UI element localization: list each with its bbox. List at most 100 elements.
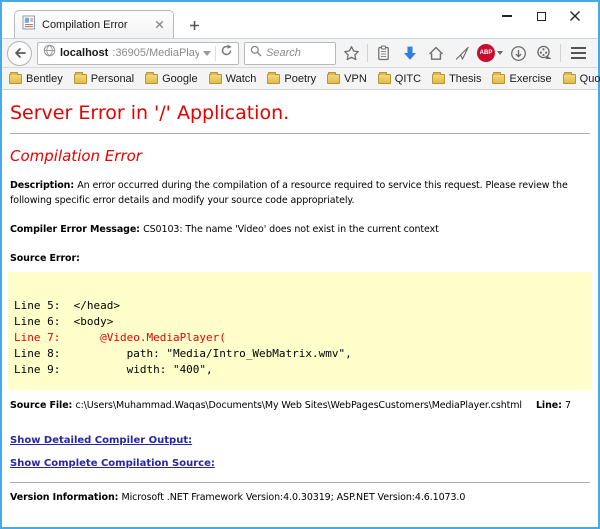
- home-icon: [428, 46, 443, 60]
- downloads-button[interactable]: [399, 41, 420, 65]
- maximize-icon: [536, 11, 546, 21]
- compiler-error-paragraph: Compiler Error Message: CS0103: The name…: [10, 222, 590, 237]
- url-bar[interactable]: localhost :36905/MediaPlayer: [37, 41, 239, 65]
- close-button[interactable]: [558, 4, 592, 28]
- menu-button[interactable]: [566, 41, 590, 65]
- version-label: Version Information:: [10, 492, 122, 503]
- bookmarks-bar: Bentley Personal Google Watch Poetry VPN…: [2, 68, 600, 90]
- folder-icon: [432, 71, 446, 84]
- source-file-paragraph: Source File: c:\Users\Muhammad.Waqas\Doc…: [10, 400, 590, 411]
- source-error-code-block: Line 5: </head> Line 6: <body> Line 7: @Vi…: [8, 272, 592, 390]
- close-icon: [570, 11, 580, 21]
- search-input[interactable]: [266, 47, 324, 59]
- tab-compilation-error[interactable]: Compilation Error: [14, 10, 174, 38]
- video-downloadhelper-button[interactable]: [534, 41, 555, 65]
- description-paragraph: Description: An error occurred during th…: [10, 178, 590, 208]
- back-arrow-icon: [14, 48, 26, 58]
- divider: [10, 482, 590, 483]
- home-button[interactable]: [425, 41, 446, 65]
- bookmark-item[interactable]: Bentley: [9, 71, 63, 85]
- folder-icon: [377, 71, 391, 84]
- error-page-subtitle: Compilation Error: [10, 147, 142, 165]
- bookmark-label: Bentley: [26, 72, 63, 85]
- bookmark-label: Quotes: [579, 72, 600, 85]
- bookmark-item[interactable]: Personal: [73, 71, 135, 85]
- bookmark-label: Watch: [225, 72, 257, 85]
- code-line: Line 9: width: "400",: [14, 363, 213, 376]
- star-icon: [344, 45, 359, 60]
- compiler-output-link[interactable]: Show Detailed Compiler Output:: [10, 435, 590, 446]
- bookmark-item[interactable]: VPN: [327, 71, 367, 85]
- bookmark-label: Thesis: [449, 72, 482, 85]
- compiler-error-label: Compiler Error Message:: [10, 224, 144, 235]
- source-error-label: Source Error:: [10, 253, 80, 264]
- globe-icon: [43, 44, 56, 62]
- code-line: Line 8: path: "Media/Intro_WebMatrix.wmv…: [14, 347, 352, 360]
- compiler-links: Show Detailed Compiler Output: Show Compl…: [10, 435, 590, 469]
- line-number-label: Line:: [535, 400, 565, 411]
- bookmark-label: Poetry: [284, 72, 317, 85]
- folder-icon: [267, 71, 281, 84]
- code-line: Line 6: <body>: [14, 315, 114, 328]
- version-information: Version Information: Microsoft .NET Fram…: [10, 492, 590, 503]
- code-line: Line 5: </head>: [14, 299, 120, 312]
- urlbar-dropdown-icon[interactable]: [203, 50, 211, 56]
- bookmark-item[interactable]: Watch: [208, 71, 257, 85]
- adblock-plus-button[interactable]: ABP: [477, 44, 503, 62]
- version-text: Microsoft .NET Framework Version:4.0.303…: [121, 492, 466, 503]
- film-reel-icon: [537, 45, 552, 59]
- minimize-icon: [502, 15, 512, 17]
- description-label: Description:: [10, 180, 78, 191]
- abp-dropdown-icon[interactable]: [497, 51, 503, 55]
- folder-icon: [208, 71, 222, 84]
- download-arrow-icon: [403, 46, 416, 60]
- clipboard-icon: [378, 45, 389, 61]
- bookmark-label: Personal: [90, 72, 135, 85]
- title-bar: Compilation Error: [2, 2, 598, 38]
- folder-icon: [492, 71, 506, 84]
- page-favicon-icon: [22, 15, 36, 35]
- source-error-paragraph: Source Error:: [10, 251, 590, 266]
- bookmark-star-button[interactable]: [341, 41, 362, 65]
- bookmark-label: Google: [162, 72, 198, 85]
- circled-down-arrow-icon: [511, 45, 526, 61]
- minimize-button[interactable]: [490, 4, 524, 28]
- send-button[interactable]: [451, 41, 472, 65]
- description-text: An error occurred during the compilation…: [10, 180, 568, 206]
- window-controls: [490, 4, 592, 28]
- hamburger-icon: [570, 47, 586, 49]
- folder-icon: [562, 71, 576, 84]
- bookmark-item[interactable]: Google: [145, 71, 198, 85]
- abp-icon: ABP: [477, 44, 495, 62]
- reload-icon[interactable]: [220, 44, 233, 62]
- bookmark-item[interactable]: Exercise: [492, 71, 552, 85]
- source-file-label: Source File:: [10, 400, 76, 411]
- compiler-error-text: CS0103: The name 'Video' does not exist …: [143, 224, 439, 235]
- browser-window: Compilation Error localhost :36905/Media…: [0, 0, 600, 529]
- bookmark-label: Exercise: [509, 72, 552, 85]
- tab-title: Compilation Error: [42, 18, 128, 31]
- navigation-toolbar: localhost :36905/MediaPlayer: [2, 38, 598, 68]
- bookmark-item[interactable]: QITC: [377, 71, 422, 85]
- error-page-title: Server Error in '/' Application.: [10, 102, 290, 124]
- paper-plane-icon: [455, 46, 469, 60]
- reading-list-button[interactable]: [373, 41, 394, 65]
- update-button[interactable]: [508, 41, 529, 65]
- folder-icon: [145, 71, 159, 84]
- folder-icon: [73, 71, 87, 84]
- bookmark-item[interactable]: Quotes: [562, 71, 600, 85]
- source-file-path: c:\Users\Muhammad.Waqas\Documents\My Web…: [75, 400, 522, 411]
- code-line: Line 7: @Video.MediaPlayer(: [14, 331, 226, 344]
- maximize-button[interactable]: [524, 4, 558, 28]
- url-path: :36905/MediaPlayer: [112, 47, 199, 59]
- back-button[interactable]: [7, 40, 32, 66]
- compiler-output-link[interactable]: Show Complete Compilation Source:: [10, 458, 590, 469]
- bookmark-item[interactable]: Poetry: [267, 71, 317, 85]
- tab-close-icon[interactable]: [152, 18, 166, 32]
- new-tab-button[interactable]: [182, 14, 206, 36]
- search-icon: [250, 44, 262, 62]
- bookmark-label: QITC: [394, 72, 422, 85]
- bookmark-item[interactable]: Thesis: [432, 71, 482, 85]
- folder-icon: [327, 71, 341, 84]
- search-box[interactable]: [244, 41, 336, 65]
